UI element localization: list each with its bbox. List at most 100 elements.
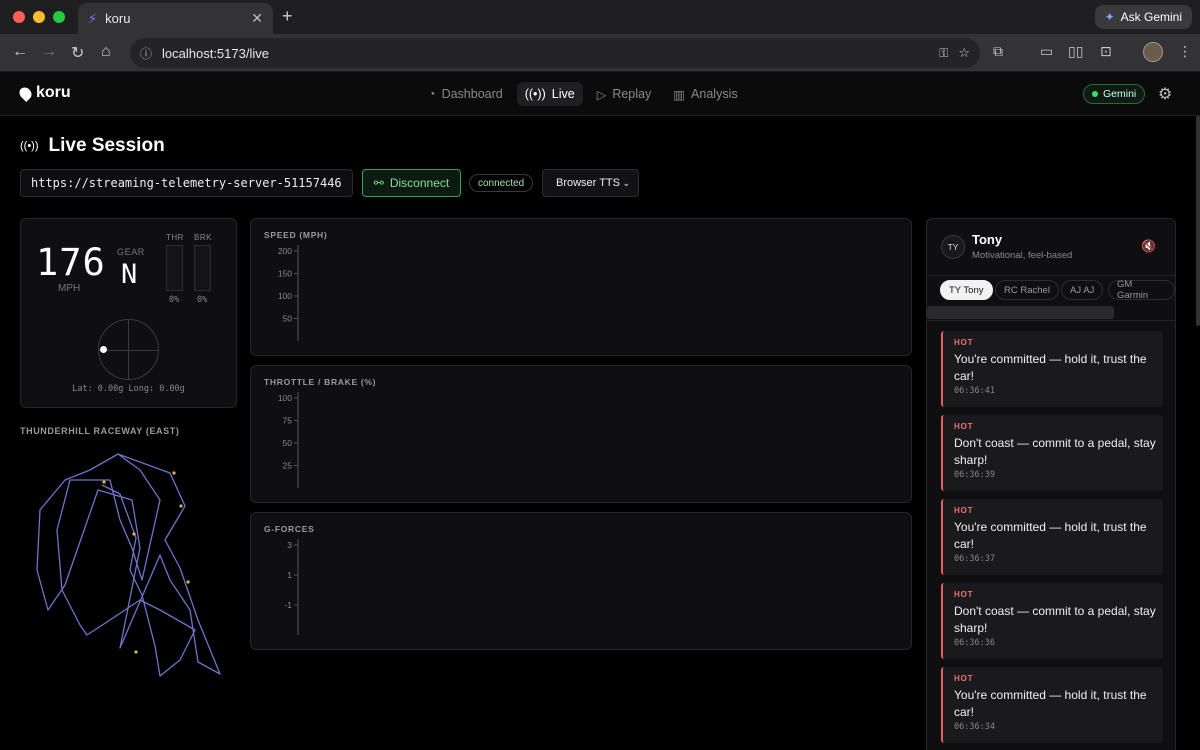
coach-avatar: TY	[941, 235, 965, 259]
home-icon[interactable]: ⌂	[101, 43, 111, 61]
settings-gear-icon[interactable]: ⚙	[1158, 84, 1172, 104]
stream-url-input[interactable]	[20, 169, 353, 197]
coach-tab-tony[interactable]: TY Tony	[940, 280, 993, 300]
nav-replay[interactable]: ▷ Replay	[589, 82, 660, 106]
y-tick-label: 1	[287, 570, 292, 580]
nav-label: Analysis	[691, 87, 738, 101]
tts-select[interactable]: Browser TTS ⌄	[542, 169, 639, 197]
speed-chart: 200 150 100 50	[278, 245, 299, 341]
ask-gemini-button[interactable]: ✦ Ask Gemini	[1094, 5, 1192, 29]
status-dot-icon	[1092, 91, 1098, 97]
devices-icon[interactable]: ▭	[1040, 43, 1053, 60]
nav-dashboard[interactable]: ◔ Dashboard	[420, 82, 511, 106]
reading-list-icon[interactable]: ▯▯	[1068, 43, 1083, 60]
message-text: You're committed — hold it, trust the ca…	[954, 520, 1147, 551]
nav-label: Replay	[612, 87, 652, 101]
track-title: THUNDERHILL RACEWAY (EAST)	[20, 426, 180, 436]
speed-unit: MPH	[58, 283, 81, 294]
track-map	[36, 453, 221, 677]
g-forces-chart: 3 1 -1	[284, 539, 299, 635]
track-marker	[102, 480, 106, 484]
new-tab-icon[interactable]: +	[282, 6, 293, 27]
koru-logo[interactable]: koru	[17, 84, 71, 102]
maximize-window-button[interactable]	[53, 11, 65, 23]
coach-message: HOT You're committed — hold it, trust th…	[941, 331, 1163, 407]
close-tab-icon[interactable]: ✕	[251, 10, 263, 27]
brake-bar	[194, 245, 211, 291]
track-marker	[179, 504, 183, 508]
logo-text: koru	[36, 84, 71, 101]
bookmark-star-icon[interactable]: ☆	[958, 45, 970, 61]
gear-value: N	[121, 259, 138, 290]
y-tick-label: 3	[287, 540, 292, 550]
coach-tab-aj[interactable]: AJ AJ	[1061, 280, 1104, 300]
message-text: Don't coast — commit to a pedal, stay sh…	[954, 436, 1156, 467]
g-circle-vertical-axis	[128, 320, 129, 379]
g-force-circle	[98, 319, 159, 380]
message-time: 06:36:41	[954, 386, 995, 396]
y-tick-label: 50	[283, 314, 293, 324]
forward-arrow-icon[interactable]: →	[41, 43, 57, 61]
extensions-icon[interactable]: ⧉	[993, 43, 1003, 60]
y-tick-label: 75	[283, 416, 293, 426]
y-tick-label: 25	[283, 461, 293, 471]
throttle-label: THR	[166, 233, 184, 242]
disconnect-button[interactable]: ⚯ Disconnect	[362, 169, 461, 197]
mute-speaker-icon[interactable]: 🔇	[1141, 239, 1156, 253]
coach-tab-rachel[interactable]: RC Rachel	[995, 280, 1059, 300]
reload-icon[interactable]: ↻	[71, 43, 84, 63]
message-tag: HOT	[954, 506, 974, 515]
address-bar[interactable]: ⓘ localhost:5173/live ⚿ ☆	[130, 38, 980, 68]
brake-label: BRK	[194, 233, 212, 242]
nav-label: Live	[551, 87, 575, 101]
g-force-readout: Lat: 0.00g Long: 0.00g	[72, 384, 185, 394]
app-header: koru ◔ Dashboard ((•)) Live ▷ Replay ▥ A…	[0, 72, 1200, 116]
unplug-icon: ⚯	[373, 176, 384, 190]
nav-label: Dashboard	[441, 87, 503, 101]
message-text: Don't coast — commit to a pedal, stay sh…	[954, 604, 1156, 635]
site-info-icon[interactable]: ⓘ	[140, 45, 152, 62]
message-time: 06:36:36	[954, 638, 995, 648]
message-time: 06:36:39	[954, 470, 995, 480]
y-tick-label: 200	[278, 246, 292, 256]
key-icon[interactable]: ⚿	[939, 46, 948, 61]
gear-label: GEAR	[117, 247, 145, 257]
more-menu-icon[interactable]: ⋮	[1178, 43, 1192, 60]
profile-avatar[interactable]	[1143, 42, 1163, 62]
disconnect-label: Disconnect	[389, 176, 450, 190]
message-text: You're committed — hold it, trust the ca…	[954, 688, 1147, 719]
speed-chart-card: SPEED (MPH) 200 150 100 50	[250, 218, 912, 356]
droplet-icon	[17, 84, 34, 102]
page-title: Live Session	[48, 135, 165, 156]
ask-gemini-label: Ask Gemini	[1120, 10, 1182, 24]
back-arrow-icon[interactable]: ←	[12, 43, 28, 61]
broadcast-icon: ((•))	[20, 140, 39, 152]
chevron-down-icon: ⌄	[622, 177, 630, 188]
browser-tab[interactable]: ⚡ koru ✕	[78, 3, 273, 34]
nav-live[interactable]: ((•)) Live	[516, 82, 583, 106]
sparkle-icon: ✦	[1104, 10, 1115, 24]
message-tag: HOT	[954, 674, 974, 683]
brake-percent: 0%	[197, 295, 208, 305]
message-tag: HOT	[954, 422, 974, 431]
coach-name: Tony	[972, 232, 1003, 247]
gemini-status-badge: Gemini	[1083, 84, 1146, 104]
coach-tab-garmin[interactable]: GM Garmin	[1108, 279, 1175, 301]
url-text[interactable]: localhost:5173/live	[162, 46, 269, 61]
close-window-button[interactable]	[13, 11, 25, 23]
speed-value: 176	[36, 241, 106, 284]
gauges-card: 176 MPH GEAR N THR 0% BRK 0% Lat: 0.00g …	[20, 218, 237, 408]
coach-message: HOT Don't coast — commit to a pedal, sta…	[941, 583, 1163, 659]
tab-search-icon[interactable]: ⊡	[1100, 43, 1112, 60]
track-marker	[186, 580, 190, 584]
g-force-dot	[100, 346, 107, 353]
track-marker	[172, 471, 176, 475]
minimize-window-button[interactable]	[33, 11, 45, 23]
gauge-icon: ◔	[428, 87, 436, 101]
track-marker	[134, 650, 138, 654]
coach-message: HOT Don't coast — commit to a pedal, sta…	[941, 415, 1163, 491]
coach-panel: TY Tony Motivational, feel-based 🔇 TY To…	[926, 218, 1176, 750]
nav-analysis[interactable]: ▥ Analysis	[665, 82, 745, 106]
page-scrollbar[interactable]	[1196, 116, 1200, 326]
coach-tabs-scrollbar[interactable]	[927, 306, 1114, 319]
